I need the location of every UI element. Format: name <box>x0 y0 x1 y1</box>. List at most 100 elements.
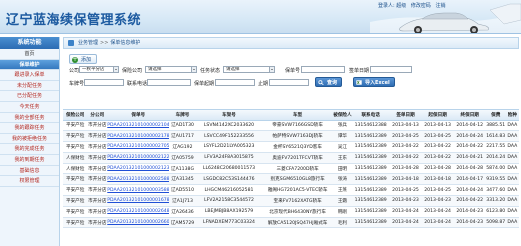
table-cell: 吴江 <box>333 141 352 153</box>
table-body: 平安产险 市开分店 PDAA201321010000021045 辽AD1T30 LSV… <box>63 120 519 229</box>
current-user-link[interactable]: 登录人: 超级 <box>378 3 406 9</box>
logout-link[interactable]: 注销 <box>435 3 445 9</box>
table-row[interactable]: 人保财险 市开分店 PDAA201321010000021224 辽A05759 LFV… <box>63 152 519 164</box>
company-label: 公司 <box>69 68 80 74</box>
table-cell: 平安产险 <box>63 173 88 186</box>
table-row[interactable]: 平安产险 市开分店 PDAA201321010000026609 辽AM5729 LFN… <box>63 217 519 229</box>
sidebar-item-unassigned[interactable]: 未分配任务 <box>0 81 59 92</box>
policy-number-link[interactable]: PDAA201321010000021045 <box>107 120 170 132</box>
table-cell: 2013-04-25 <box>421 130 454 143</box>
table-cell: 2014-04-23 <box>453 217 486 229</box>
table-row[interactable]: 平安产险 市开分店 PDAA201321010000021785 辽AU1717 LSV… <box>63 130 519 143</box>
company-select[interactable]: 一秋平分店 <box>79 66 119 73</box>
table-cell: 2013-04-28 <box>389 163 422 175</box>
table-cell: 市开分店 <box>87 173 108 186</box>
policy-number-link[interactable]: PDAA201321010000035888 <box>107 184 170 197</box>
table-cell: LL6248C20680011573 <box>195 163 263 175</box>
policy-number-link[interactable]: PDAA201321010000027054 <box>107 141 170 153</box>
filter-panel: 公司 一秋平分店 保险公司 请选择 任务状态 请选择 保单号 签单日期 车牌号 … <box>63 66 519 96</box>
table-cell: 2014-04-17 <box>453 173 486 186</box>
table-cell: 辽A1138G <box>169 163 196 175</box>
breadcrumb-separator: >> <box>100 40 109 46</box>
breadcrumb-parent[interactable]: 业务管理 <box>78 40 98 46</box>
table-cell: 2013-04-22 <box>389 152 422 164</box>
table-cell: 雅阁HG7201AC5-VTEC轿车 <box>262 184 334 197</box>
sidebar-item-home[interactable]: 首页 <box>0 49 59 60</box>
sign-date-input[interactable] <box>370 66 412 73</box>
task-status-select[interactable]: 请选择 <box>223 66 275 73</box>
phone-input[interactable] <box>147 79 191 86</box>
table-cell: 2217.55 <box>485 141 506 153</box>
table-cell: 5874.00 <box>485 163 506 175</box>
table-cell: LSVN4142XC2033620 <box>195 120 263 132</box>
chevron-down-icon <box>113 67 118 72</box>
start-date-input[interactable] <box>215 79 255 86</box>
table-cell: 13154612389 <box>351 141 390 153</box>
end-date-label: 止期 <box>258 81 269 87</box>
add-button[interactable]: + 添加 <box>69 54 98 64</box>
sidebar-item-rejected[interactable]: 我的被拒绝任务 <box>0 134 59 145</box>
end-date-input[interactable] <box>269 79 309 86</box>
policy-number-link[interactable]: PDAA201321010000026609 <box>107 217 170 229</box>
add-button-label: 添加 <box>81 57 92 63</box>
policy-no-input[interactable] <box>301 66 345 73</box>
table-row[interactable]: 平安产险 市开分店 PDAA201321010000025887 辽A31345 LSG… <box>63 173 519 186</box>
sidebar-item-all-tasks[interactable]: 我的全部任务 <box>0 113 59 124</box>
table-row[interactable]: 平安产险 市开分店 PDAA201321010000027054 辽AG192 LSYF… <box>63 141 519 153</box>
table-cell: 王蒸 <box>333 184 352 197</box>
table-cell: 2014-04-24 <box>453 184 486 197</box>
query-button-label: 查询 <box>327 80 338 86</box>
sidebar-item-assigned[interactable]: 已分配任务 <box>0 91 59 102</box>
table-row[interactable]: 平安产险 市开分店 PDAA201321010000035888 辽AD5510 LHG… <box>63 184 519 197</box>
import-excel-button[interactable]: 导入Excel <box>353 77 395 87</box>
sidebar-item-policy-maintenance[interactable]: 保单维护 <box>0 59 59 71</box>
table-cell: 平安产险 <box>63 206 88 218</box>
sidebar-item-tracking[interactable]: 我的跟踪任务 <box>0 123 59 134</box>
column-header: 起保日期 <box>421 110 454 121</box>
phone-label: 联系电话 <box>127 81 148 87</box>
sidebar-item-completed[interactable]: 我的完成任务 <box>0 144 59 155</box>
sidebar-item-follow-entry[interactable]: 跟进录入保单 <box>0 70 59 81</box>
plate-input[interactable] <box>84 79 124 86</box>
policy-number-link[interactable]: PDAA201321010000021239 <box>107 163 170 175</box>
table-row[interactable]: 平安产险 市开分店 PDAA201321010000026488 辽A26436 LBE… <box>63 206 519 218</box>
breadcrumb-home-icon <box>68 40 74 46</box>
table-cell: 韩刚 <box>333 206 352 218</box>
column-header: 车架号 <box>195 110 263 121</box>
change-password-link[interactable]: 修改密码 <box>411 3 431 9</box>
table-cell: 6123.80 <box>485 206 506 218</box>
table-cell: LSGDC82C53S144476 <box>195 173 263 186</box>
query-button[interactable]: 查询 <box>315 77 343 87</box>
table-cell: 北京现代BH6430NY旅行车 <box>262 206 334 218</box>
table-cell: 市开分店 <box>87 206 108 218</box>
table-cell: 辽A26436 <box>169 206 196 218</box>
column-header: 车牌号 <box>169 110 196 121</box>
table-cell: 谭华 <box>333 130 352 143</box>
table-cell: 2014.24 <box>485 152 506 164</box>
sidebar-item-expiring[interactable]: 我的到期任务 <box>0 155 59 166</box>
policy-number-link[interactable]: PDAA201321010000026488 <box>107 206 170 218</box>
sidebar-item-today[interactable]: 今天任务 <box>0 102 59 113</box>
table-cell: DAA <box>505 184 519 197</box>
table-cell: DAA <box>505 141 519 153</box>
table-cell: 别克SGM6510GL8旅行车 <box>262 173 334 186</box>
table-cell: 2014-04-22 <box>453 141 486 153</box>
table-cell: 2013-04-18 <box>389 173 422 186</box>
sidebar-item-basic-info[interactable]: 基础信息 <box>0 166 59 177</box>
table-cell: LFV3A24F8A3015875 <box>195 152 263 164</box>
policy-number-link[interactable]: PDAA201321010000025887 <box>107 173 170 186</box>
insurer-select[interactable]: 请选择 <box>145 66 197 73</box>
policy-number-link[interactable]: PDAA201321010000021224 <box>107 152 170 164</box>
table-cell: 1614.83 <box>485 130 506 143</box>
table-row[interactable]: 平安产险 市开分店 PDAA201321010000021045 辽AD1T30 LSV… <box>63 120 519 132</box>
policy-number-link[interactable]: PDAA201321010000016787 <box>107 195 170 207</box>
policy-number-link[interactable]: PDAA201321010000021785 <box>107 130 170 143</box>
table-cell: 帝豪SVW7166GSD轿车 <box>262 120 334 132</box>
table-cell: 2013-04-18 <box>421 173 454 186</box>
table-cell: 市开分店 <box>87 195 108 207</box>
table-row[interactable]: 人保财险 市开分店 PDAA201321010000021239 辽A1138G LL6… <box>63 163 519 175</box>
table-cell: 2013-04-24 <box>421 217 454 229</box>
sidebar-item-permissions[interactable]: 权限管理 <box>0 176 59 187</box>
table-row[interactable]: 平安产险 市开分店 PDAA201321010000016787 辽A1J713 LFV… <box>63 195 519 207</box>
table-cell: LSYFL2D21LYA005323 <box>195 141 263 153</box>
